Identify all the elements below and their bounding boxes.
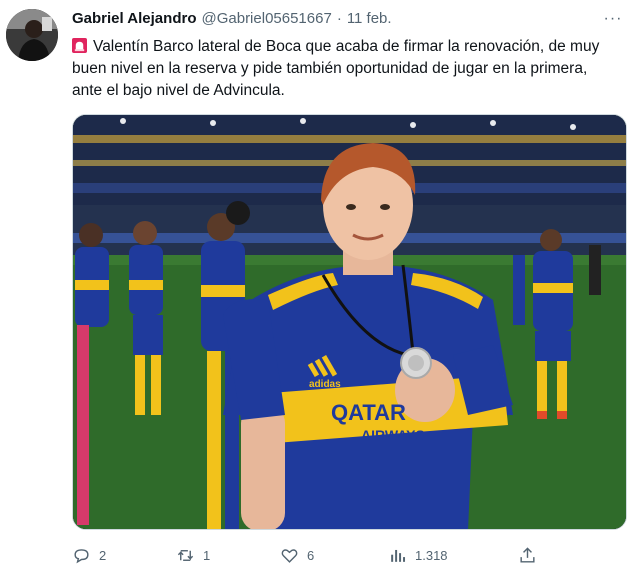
retweet-button[interactable]: 1 [176,540,210,570]
author-name[interactable]: Gabriel Alejandro [72,10,196,27]
more-icon: ··· [603,10,623,27]
kit-sponsor-line2: AIRWAYS [361,427,425,443]
retweet-count: 1 [203,547,211,563]
reply-icon [74,548,89,563]
heart-icon [281,548,298,563]
tweet-date[interactable]: 11 feb. [347,10,392,27]
reply-count: 2 [99,547,107,563]
tweet-header: Gabriel Alejandro @Gabriel05651667 · 11 … [72,10,600,32]
tweet-photo[interactable]: adidas QATAR AIRWAYS [72,114,627,530]
separator: · [336,10,342,27]
tweet-actions: 2 1 6 1.318 [72,540,627,570]
retweet-icon [177,549,194,561]
views-count: 1.318 [415,547,448,563]
share-icon [520,546,535,563]
like-count: 6 [307,547,315,563]
kit-sponsor-line1: QATAR [331,400,406,425]
tweet-card: Gabriel Alejandro @Gabriel05651667 · 11 … [0,0,640,575]
like-button[interactable]: 6 [280,540,314,570]
author-handle[interactable]: @Gabriel05651667 [201,10,331,27]
kit-brand-text: adidas [309,379,341,390]
reply-button[interactable]: 2 [72,540,106,570]
views-chart-icon [391,549,406,562]
more-options-button[interactable]: ··· [600,6,626,32]
tweet-text: Valentín Barco lateral de Boca que acaba… [72,36,620,102]
tweet-body-text: Valentín Barco lateral de Boca que acaba… [72,38,600,99]
views-button[interactable]: 1.318 [388,540,448,570]
siren-icon [72,38,87,53]
avatar[interactable] [6,9,58,61]
share-button[interactable] [518,540,537,570]
